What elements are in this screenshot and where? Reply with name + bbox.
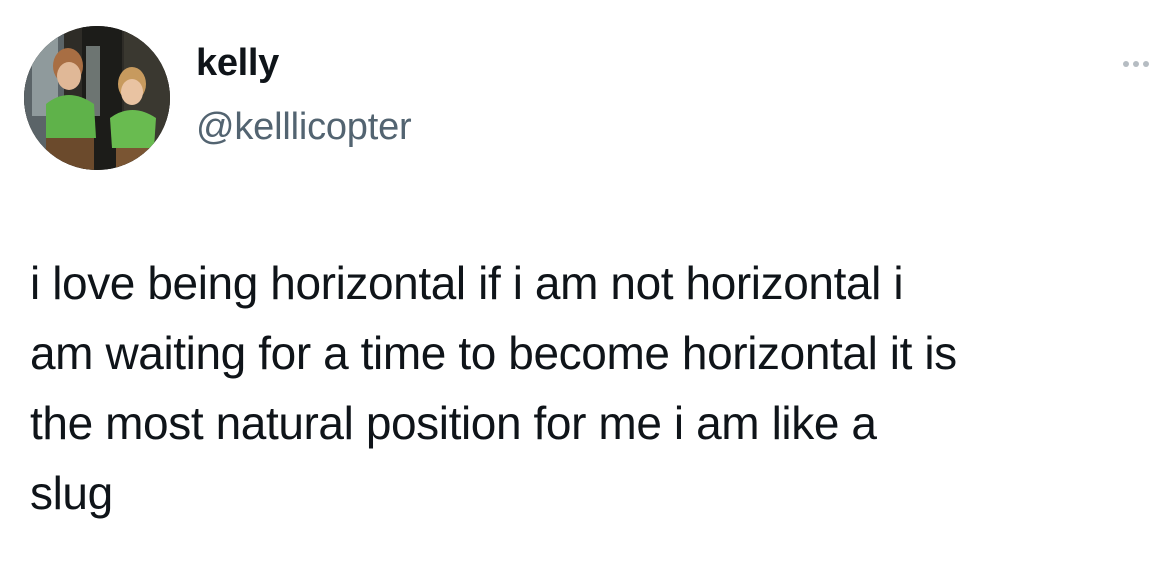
profile-photo-icon <box>24 26 170 170</box>
tweet-text-line: am waiting for a time to become horizont… <box>30 327 957 379</box>
more-horizontal-icon <box>1143 61 1149 67</box>
tweet-text: i love being horizontal if i am not hori… <box>30 248 1160 528</box>
author-handle[interactable]: @kelllicopter <box>196 108 412 146</box>
more-horizontal-icon <box>1123 61 1129 67</box>
tweet-text-line: the most natural position for me i am li… <box>30 397 877 449</box>
tweet-text-line: slug <box>30 467 113 519</box>
author-display-name[interactable]: kelly <box>196 44 279 82</box>
tweet: kelly @kelllicopter i love being horizon… <box>0 0 1170 572</box>
avatar[interactable] <box>24 26 170 170</box>
tweet-text-line: i love being horizontal if i am not hori… <box>30 257 904 309</box>
more-options-button[interactable] <box>1112 52 1160 76</box>
more-horizontal-icon <box>1133 61 1139 67</box>
